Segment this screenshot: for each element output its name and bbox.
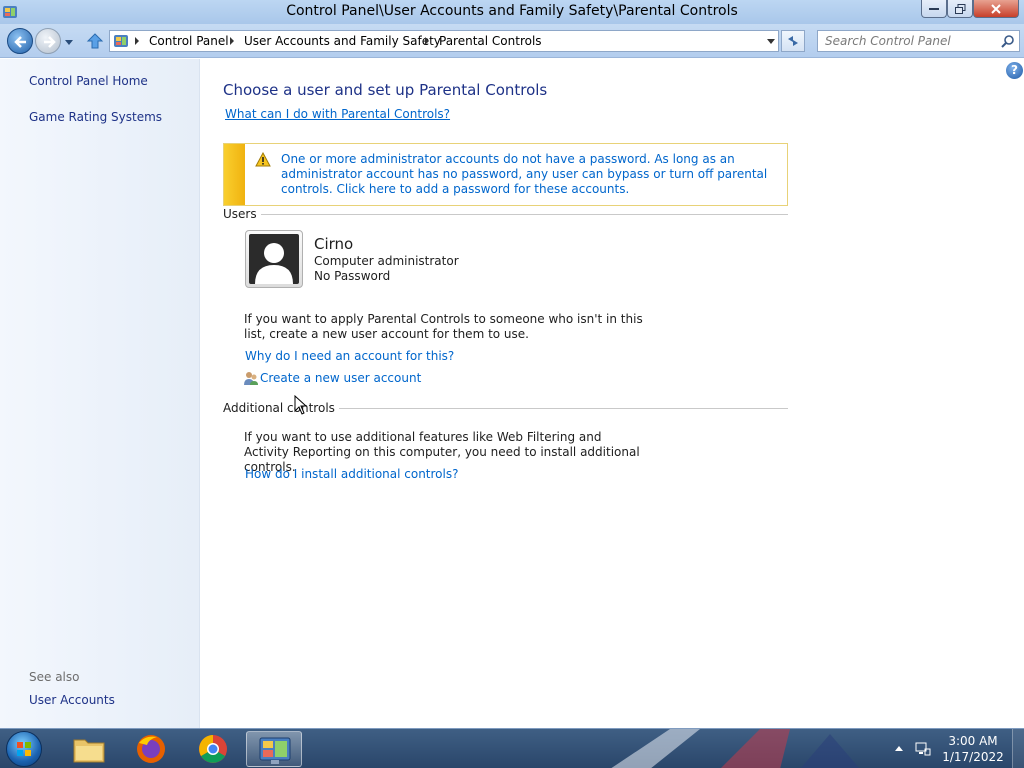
control-panel-icon	[113, 33, 129, 49]
user-name[interactable]: Cirno	[314, 235, 353, 253]
warning-message-link[interactable]: One or more administrator accounts do no…	[281, 152, 781, 197]
user-password-status: No Password	[314, 269, 391, 283]
restore-icon	[954, 3, 965, 14]
title-bar[interactable]: Control Panel\User Accounts and Family S…	[0, 0, 1024, 24]
warning-accent-bar	[224, 144, 245, 205]
start-button[interactable]	[6, 731, 42, 767]
firefox-icon	[137, 735, 165, 763]
clock-date: 1/17/2022	[942, 750, 1004, 764]
game-rating-systems-link[interactable]: Game Rating Systems	[29, 110, 162, 124]
search-box[interactable]	[817, 30, 1020, 52]
wallpaper-glimpse	[611, 729, 860, 768]
window-title: Control Panel\User Accounts and Family S…	[286, 3, 738, 19]
network-icon[interactable]	[915, 741, 931, 757]
taskbar-firefox[interactable]	[123, 731, 179, 767]
main-content: Choose a user and set up Parental Contro…	[201, 59, 1024, 728]
close-button[interactable]	[973, 0, 1019, 18]
warning-icon	[255, 152, 271, 167]
users-section-label: Users	[223, 207, 261, 221]
minimize-button[interactable]	[921, 0, 947, 18]
breadcrumb-control-panel[interactable]: Control Panel	[149, 34, 229, 48]
control-panel-home-link[interactable]: Control Panel Home	[29, 74, 148, 88]
user-account-type: Computer administrator	[314, 254, 459, 268]
left-pane: Control Panel Home Game Rating Systems S…	[0, 59, 200, 728]
windows-logo-icon	[17, 742, 31, 756]
user-accounts-link[interactable]: User Accounts	[29, 693, 115, 707]
page-title: Choose a user and set up Parental Contro…	[223, 81, 548, 99]
up-level-icon[interactable]	[86, 32, 104, 50]
system-clock[interactable]: 3:00 AM 1/17/2022	[938, 733, 1008, 765]
restore-button[interactable]	[947, 0, 973, 18]
password-warning-banner[interactable]: One or more administrator accounts do no…	[223, 143, 788, 206]
show-hidden-icons-button[interactable]	[895, 746, 903, 751]
taskbar: 3:00 AM 1/17/2022	[0, 728, 1024, 768]
close-icon	[991, 3, 1001, 14]
additional-controls-label: Additional controls	[223, 401, 339, 415]
create-user-account-link[interactable]: Create a new user account	[260, 371, 421, 385]
clock-time: 3:00 AM	[948, 734, 998, 748]
chrome-icon	[199, 735, 227, 763]
address-dropdown-icon[interactable]	[767, 39, 775, 44]
refresh-icon	[788, 36, 798, 46]
taskbar-windows-explorer[interactable]	[61, 731, 117, 767]
breadcrumb-chevron-icon[interactable]	[425, 37, 429, 45]
navigation-bar: Control Panel User Accounts and Family S…	[0, 24, 1024, 58]
breadcrumb-user-accounts[interactable]: User Accounts and Family Safety	[244, 34, 441, 48]
address-bar[interactable]: Control Panel User Accounts and Family S…	[109, 30, 779, 52]
forward-arrow-icon	[44, 36, 56, 48]
avatar	[249, 234, 299, 284]
install-controls-link[interactable]: How do I install additional controls?	[245, 467, 458, 481]
show-desktop-button[interactable]	[1012, 729, 1024, 768]
add-user-icon	[244, 372, 258, 385]
users-divider	[223, 214, 788, 215]
refresh-button[interactable]	[781, 30, 805, 52]
user-tile-cirno[interactable]	[245, 230, 303, 288]
mouse-pointer-icon	[294, 395, 308, 415]
back-arrow-icon	[14, 36, 26, 48]
breadcrumb-parental-controls[interactable]: Parental Controls	[439, 34, 542, 48]
search-input[interactable]	[818, 31, 998, 51]
apply-instructions: If you want to apply Parental Controls t…	[244, 312, 643, 341]
why-account-link[interactable]: Why do I need an account for this?	[245, 349, 454, 363]
user-silhouette-icon	[255, 243, 293, 284]
folder-icon	[73, 739, 105, 763]
back-button[interactable]	[7, 28, 33, 54]
search-icon[interactable]	[1001, 34, 1015, 48]
breadcrumb-chevron-icon[interactable]	[135, 37, 139, 45]
see-also-label: See also	[29, 670, 80, 684]
minimize-icon	[929, 7, 939, 10]
taskbar-control-panel[interactable]	[246, 731, 302, 767]
control-panel-window: Control Panel\User Accounts and Family S…	[0, 0, 1024, 728]
what-can-i-do-link[interactable]: What can I do with Parental Controls?	[225, 107, 450, 121]
control-panel-icon	[259, 737, 291, 764]
breadcrumb-chevron-icon[interactable]	[230, 37, 234, 45]
taskbar-chrome[interactable]	[185, 731, 241, 767]
forward-button[interactable]	[35, 28, 61, 54]
recent-pages-dropdown[interactable]	[64, 38, 74, 48]
